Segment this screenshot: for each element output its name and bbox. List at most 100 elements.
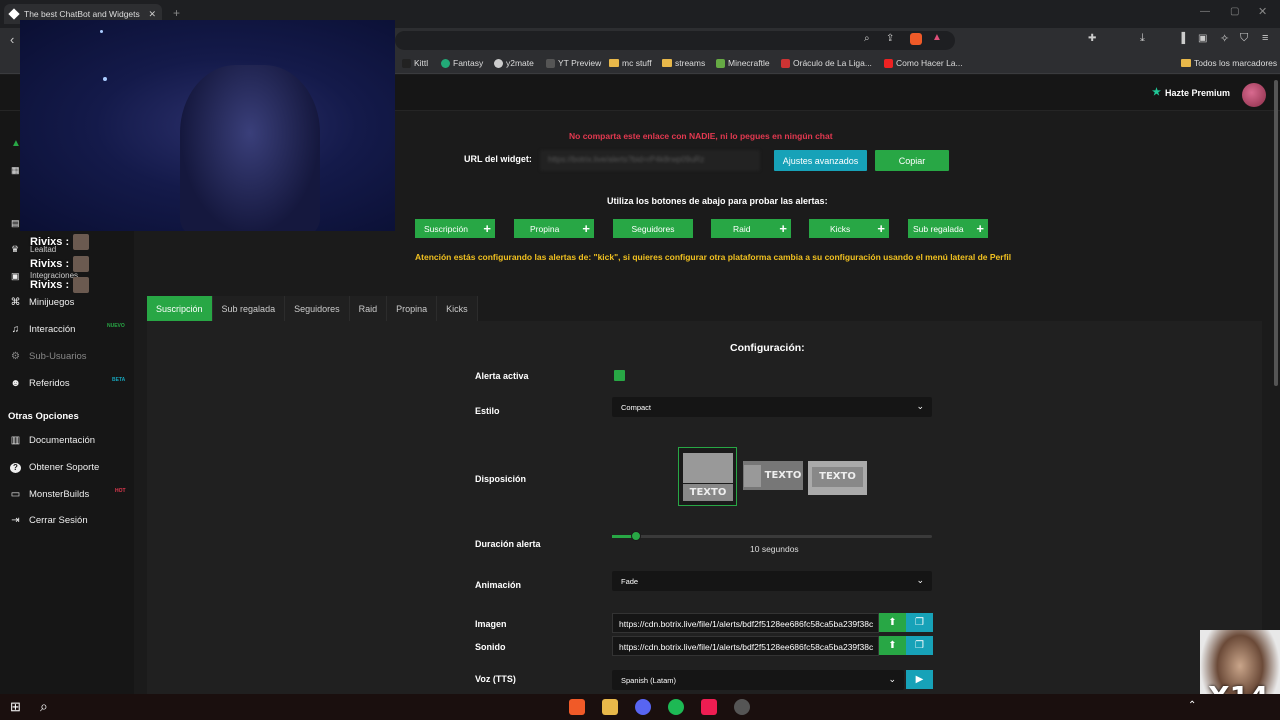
tab-raid[interactable]: Raid [349, 296, 388, 321]
folder-icon [662, 59, 672, 67]
bookmark-label: streams [675, 58, 706, 68]
bookmark-como-hacer[interactable]: Como Hacer La... [884, 58, 963, 68]
alert-active-checkbox[interactable] [614, 370, 625, 381]
bookmark-minecraftle[interactable]: Minecraftle [716, 58, 770, 68]
tab-suscripcion[interactable]: Suscripción [147, 296, 213, 321]
sidebar-item-monsterbuilds[interactable]: ▭ MonsterBuilds [10, 489, 89, 500]
trophy-icon[interactable]: ♛ [11, 244, 19, 255]
zoom-icon[interactable]: ⌕ [864, 33, 870, 44]
layout-option-horizontal[interactable]: TEXTO [743, 461, 803, 490]
sidebar-item-minijuegos[interactable]: ⌘ Minijuegos [10, 297, 75, 308]
bookmark-label: YT Preview [558, 58, 602, 68]
style-select[interactable]: Compact ⌄ [612, 397, 932, 417]
upload-icon: ⬆ [888, 640, 897, 651]
close-tab-icon[interactable]: ✕ [148, 9, 156, 20]
tab-sub-regalada[interactable]: Sub regalada [212, 296, 286, 321]
close-window-icon[interactable]: ✕ [1258, 5, 1267, 18]
rewards-icon[interactable]: ▲ [932, 32, 942, 43]
copy-button[interactable]: Copiar [875, 150, 949, 171]
image-placeholder-icon [683, 453, 733, 483]
card-icon[interactable]: ▤ [11, 218, 20, 229]
bookmark-label: Oráculo de La Liga... [793, 58, 872, 68]
layout-label: Disposición [475, 474, 527, 484]
test-propina-button[interactable]: Propina + [514, 219, 594, 238]
chat-message: Rivixs : [30, 277, 90, 293]
sidebar-item-soporte[interactable]: ? Obtener Soporte [10, 462, 99, 473]
sidebar-item-label: Minijuegos [29, 297, 75, 308]
search-icon[interactable]: ⌕ [40, 698, 48, 715]
maximize-icon[interactable]: ▢ [1230, 6, 1239, 17]
bookmark-label: Fantasy [453, 58, 484, 68]
bookmark-mc-stuff[interactable]: mc stuff [609, 58, 652, 68]
upload-icon: ⬆ [888, 617, 897, 628]
brave-browser-icon[interactable] [569, 699, 585, 715]
bookmark-all[interactable]: Todos los marcadores [1181, 58, 1277, 68]
test-sub-regalada-button[interactable]: Sub regalada + [908, 219, 988, 238]
discord-icon[interactable] [635, 699, 651, 715]
tray-chevron-icon[interactable]: ⌃ [1188, 700, 1196, 711]
chat-username: Rivixs : [30, 279, 70, 291]
tts-play-button[interactable]: ▶ [906, 670, 933, 689]
gallery-sound-button[interactable]: ❐ [906, 636, 933, 655]
upload-sound-button[interactable]: ⬆ [879, 636, 906, 655]
spotify-icon[interactable] [668, 699, 684, 715]
test-seguidores-button[interactable]: Seguidores [613, 219, 693, 238]
bookmark-yt-preview[interactable]: YT Preview [546, 58, 601, 68]
sidebar-item-sub-usuarios[interactable]: ⚙ Sub-Usuarios [10, 351, 87, 362]
duration-slider-handle[interactable] [631, 531, 641, 541]
gallery-image-button[interactable]: ❐ [906, 613, 933, 632]
tab-propina[interactable]: Propina [387, 296, 438, 321]
premium-link[interactable]: ★ Hazte Premium [1152, 87, 1230, 98]
image-url-input[interactable]: https://cdn.botrix.live/file/1/alerts/bd… [612, 613, 879, 633]
download-icon[interactable]: ⤓ [1140, 32, 1145, 45]
widget-url-label: URL del widget: [464, 154, 532, 164]
test-suscripcion-button[interactable]: Suscripción + [415, 219, 495, 238]
sidebar-toggle-icon[interactable]: ▐ [1178, 33, 1185, 44]
integration-icon[interactable]: ▣ [11, 271, 20, 282]
layout-option-overlay[interactable]: TEXTO [808, 461, 867, 495]
tab-seguidores[interactable]: Seguidores [285, 296, 350, 321]
minimize-icon[interactable]: — [1200, 6, 1210, 17]
animation-select[interactable]: Fade ⌄ [612, 571, 932, 591]
extensions-icon[interactable]: ✚ [1088, 33, 1096, 44]
bookmark-streams[interactable]: streams [662, 58, 705, 68]
tab-kicks[interactable]: Kicks [437, 296, 478, 321]
sidebar-item-referidos[interactable]: ☻ Referidos [10, 378, 69, 389]
vpn-icon[interactable]: ⛉ [1240, 32, 1248, 45]
bookmark-kittl[interactable]: Kittl [402, 58, 428, 68]
brave-shield-icon[interactable] [910, 33, 922, 45]
bookmark-fantasy[interactable]: Fantasy [441, 58, 483, 68]
leo-icon[interactable]: ✧ [1220, 32, 1229, 45]
layout-option-vertical[interactable]: TEXTO [678, 447, 737, 506]
star-icon: ★ [1152, 87, 1161, 98]
new-tab-icon[interactable]: + [173, 6, 180, 20]
sound-url-input[interactable]: https://cdn.botrix.live/file/1/alerts/bd… [612, 636, 879, 656]
file-explorer-icon[interactable] [602, 699, 618, 715]
sidebar-item-interaccion[interactable]: ♫ Interacción [10, 324, 76, 335]
menu-icon[interactable]: ≡ [1262, 32, 1268, 44]
advanced-settings-button[interactable]: Ajustes avanzados [774, 150, 867, 171]
share-icon[interactable]: ⇪ [886, 33, 894, 44]
bookmark-y2mate[interactable]: y2mate [494, 58, 534, 68]
user-avatar[interactable] [1242, 83, 1266, 107]
tiktok-icon[interactable] [701, 699, 717, 715]
test-kicks-button[interactable]: Kicks + [809, 219, 889, 238]
page-scrollbar[interactable] [1274, 80, 1278, 386]
sidebar-item-label: Documentación [29, 435, 96, 446]
url-field[interactable] [395, 31, 955, 50]
chevron-down-icon: ⌄ [916, 401, 924, 411]
windows-start-icon[interactable]: ⊞ [10, 699, 21, 715]
test-raid-button[interactable]: Raid + [711, 219, 791, 238]
widget-url-input[interactable]: https://botrix.live/alerts?bid=rP4k8rwp0… [540, 150, 760, 171]
wallet-icon[interactable]: ▣ [1198, 33, 1207, 44]
new-badge: NUEVO [107, 323, 125, 329]
duration-slider-track[interactable] [612, 535, 932, 538]
upload-image-button[interactable]: ⬆ [879, 613, 906, 632]
sidebar-item-cerrar-sesion[interactable]: ⇥ Cerrar Sesión [10, 515, 87, 526]
dashboard-icon[interactable]: ▦ [11, 165, 20, 176]
obs-icon[interactable] [734, 699, 750, 715]
tts-voice-select[interactable]: Spanish (Latam) ⌄ [612, 670, 904, 690]
bookmark-oraculo[interactable]: Oráculo de La Liga... [781, 58, 872, 68]
back-icon[interactable]: ‹ [10, 32, 14, 47]
sidebar-item-documentacion[interactable]: ▥ Documentación [10, 435, 95, 446]
